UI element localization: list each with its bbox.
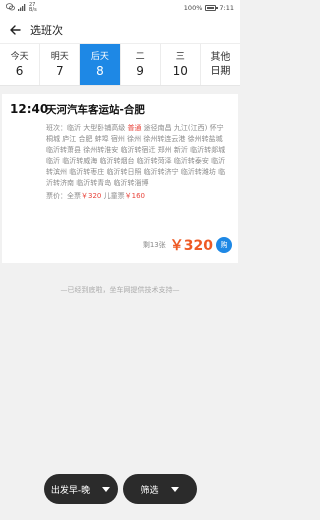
battery-percent: 100% bbox=[183, 4, 203, 12]
detail-prefix: 班次：临沂 大型卧铺高级 bbox=[46, 124, 128, 132]
battery-icon bbox=[205, 5, 219, 11]
child-fare-label: 儿童票 bbox=[103, 192, 125, 200]
network-speed: 27 B/s bbox=[29, 3, 37, 13]
date-tab-tomorrow[interactable]: 明天 7 bbox=[40, 44, 81, 85]
date-tab-weekday: 二 bbox=[135, 51, 145, 62]
date-tab-weekday: 后天 bbox=[90, 51, 109, 62]
ticket-price: ￥320 bbox=[169, 238, 213, 254]
filter-button[interactable]: 筛选 bbox=[122, 474, 197, 504]
date-tab-tuesday[interactable]: 二 9 bbox=[121, 44, 161, 85]
date-tab-day: 7 bbox=[55, 63, 64, 78]
schedule-card[interactable]: 12:40 天河汽车客运站-合肥 班次：临沂 大型卧铺高级 普通 途径南昌 九江… bbox=[2, 94, 238, 263]
departure-time: 12:40 bbox=[10, 102, 49, 116]
detail-suffix: 途径南昌 九江(江西) 怀宁 桐城 庐江 合肥 蚌埠 宿州 徐州 徐州转连云港 … bbox=[46, 124, 226, 187]
bottom-bar: 出发早-晚 筛选 bbox=[0, 460, 240, 520]
title-bar: 选班次 bbox=[0, 16, 240, 44]
full-fare-price: ￥320 bbox=[81, 192, 102, 200]
signal-icon bbox=[18, 3, 26, 13]
date-tab-wednesday[interactable]: 三 10 bbox=[161, 44, 201, 85]
date-tab-day: 6 bbox=[15, 63, 24, 78]
status-left: 27 B/s bbox=[5, 3, 37, 13]
network-speed-unit: B/s bbox=[29, 7, 37, 13]
route-name: 天河汽车客运站-合肥 bbox=[46, 104, 145, 116]
date-tab-day-after[interactable]: 后天 8 bbox=[80, 44, 121, 85]
fare-line: 票价：全票￥320 儿童票￥160 bbox=[46, 191, 230, 201]
wechat-icon bbox=[5, 3, 15, 13]
page-title: 选班次 bbox=[30, 23, 63, 37]
detail-highlight: 普通 bbox=[127, 124, 142, 132]
date-tabs: 今天 6 明天 7 后天 8 二 9 三 10 其他 日期 bbox=[0, 44, 240, 86]
status-bar: 27 B/s 100% 7:11 bbox=[0, 0, 240, 16]
child-fare-price: ￥160 bbox=[124, 192, 145, 200]
buy-button[interactable]: 购 bbox=[216, 237, 232, 253]
date-tab-weekday: 其他 bbox=[210, 51, 231, 63]
date-tab-weekday: 明天 bbox=[50, 51, 69, 62]
dropdown-triangle-icon bbox=[170, 486, 179, 492]
full-fare-label: 全票 bbox=[67, 192, 81, 200]
date-tab-weekday: 今天 bbox=[10, 51, 29, 62]
schedule-card-footer: 剩13张 ￥320 购 bbox=[143, 235, 232, 255]
status-right: 100% 7:11 bbox=[184, 4, 234, 12]
date-tab-today[interactable]: 今天 6 bbox=[0, 44, 41, 85]
filter-label: 筛选 bbox=[140, 485, 159, 496]
clock: 7:11 bbox=[219, 4, 234, 12]
date-tab-day: 日期 bbox=[210, 65, 231, 77]
end-of-list-text: —已经到底啦，坐车网提供技术支持— bbox=[60, 286, 180, 294]
back-arrow-icon[interactable] bbox=[8, 23, 22, 37]
schedule-card-header: 12:40 天河汽车客运站-合肥 bbox=[10, 102, 230, 117]
seats-remaining: 剩13张 bbox=[142, 241, 166, 249]
schedule-detail: 班次：临沂 大型卧铺高级 普通 途径南昌 九江(江西) 怀宁 桐城 庐江 合肥 … bbox=[46, 123, 230, 189]
dropdown-triangle-icon bbox=[102, 486, 111, 492]
date-tab-day: 10 bbox=[172, 63, 188, 78]
fare-label: 票价： bbox=[46, 192, 67, 200]
date-tab-day: 9 bbox=[136, 63, 144, 78]
departure-sort-button[interactable]: 出发早-晚 bbox=[43, 474, 118, 504]
date-tab-day: 8 bbox=[96, 63, 104, 78]
departure-sort-label: 出发早-晚 bbox=[50, 485, 91, 496]
date-tab-weekday: 三 bbox=[175, 51, 185, 62]
date-tab-other-date[interactable]: 其他 日期 bbox=[201, 44, 240, 85]
